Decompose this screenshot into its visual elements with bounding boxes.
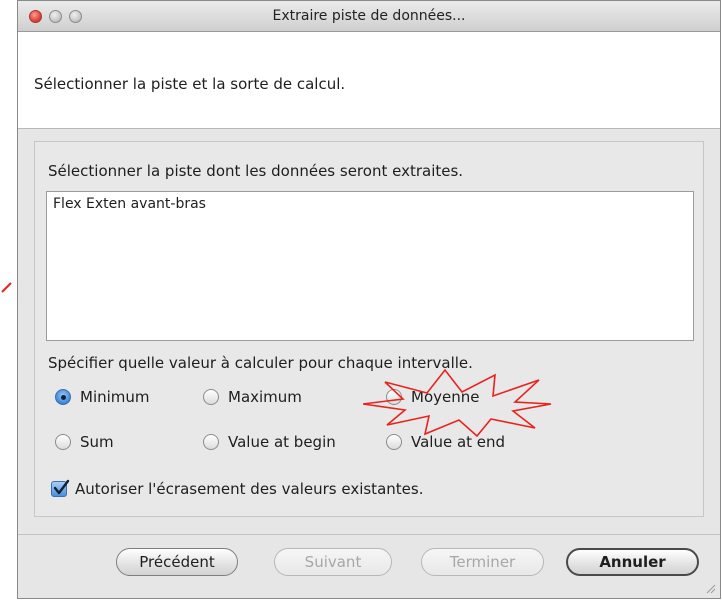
radio-value-at-begin[interactable]: Value at begin [203,432,336,452]
dialog-window: Extraire piste de données... Sélectionne… [17,0,721,599]
next-button[interactable]: Suivant [274,548,392,576]
calc-type-label: Spécifier quelle valeur à calculer pour … [48,354,473,372]
window-title: Extraire piste de données... [272,8,466,24]
checkmark-icon [53,479,70,495]
radio-value-at-end-icon[interactable] [386,434,402,450]
radio-moyenne[interactable]: Moyenne [386,387,479,407]
radio-moyenne-label: Moyenne [411,388,480,406]
radio-maximum-icon[interactable] [203,389,219,405]
radio-value-at-begin-icon[interactable] [203,434,219,450]
radio-maximum-label: Maximum [228,388,302,406]
cancel-button[interactable]: Annuler [566,548,699,576]
title-bar[interactable]: Extraire piste de données... [18,1,720,32]
radio-maximum[interactable]: Maximum [203,387,302,407]
resize-grip-icon[interactable] [704,582,716,594]
header-instruction: Sélectionner la piste et la sorte de cal… [34,75,346,93]
radio-minimum-icon[interactable] [55,389,71,405]
footer-divider [18,534,720,535]
background-desktop [0,0,16,600]
header-panel: Sélectionner la piste et la sorte de cal… [18,32,720,129]
radio-sum-icon[interactable] [55,434,71,450]
previous-button[interactable]: Précédent [116,548,238,576]
radio-value-at-end-label: Value at end [411,433,506,451]
track-list-item[interactable]: Flex Exten avant-bras [53,196,206,212]
overwrite-checkbox[interactable] [51,479,70,497]
arrow-icon [1,282,12,293]
radio-sum[interactable]: Sum [55,432,114,452]
radio-value-at-end[interactable]: Value at end [386,432,505,452]
finish-button[interactable]: Terminer [421,548,544,576]
track-list[interactable]: Flex Exten avant-bras [46,191,694,341]
radio-minimum-label: Minimum [80,388,150,406]
track-select-label: Sélectionner la piste dont les données s… [48,162,464,180]
radio-moyenne-icon[interactable] [386,389,402,405]
radio-sum-label: Sum [80,433,114,451]
radio-minimum[interactable]: Minimum [55,387,150,407]
radio-value-at-begin-label: Value at begin [228,433,336,451]
overwrite-label: Autoriser l'écrasement des valeurs exist… [75,480,424,498]
overwrite-option[interactable]: Autoriser l'écrasement des valeurs exist… [51,479,424,498]
